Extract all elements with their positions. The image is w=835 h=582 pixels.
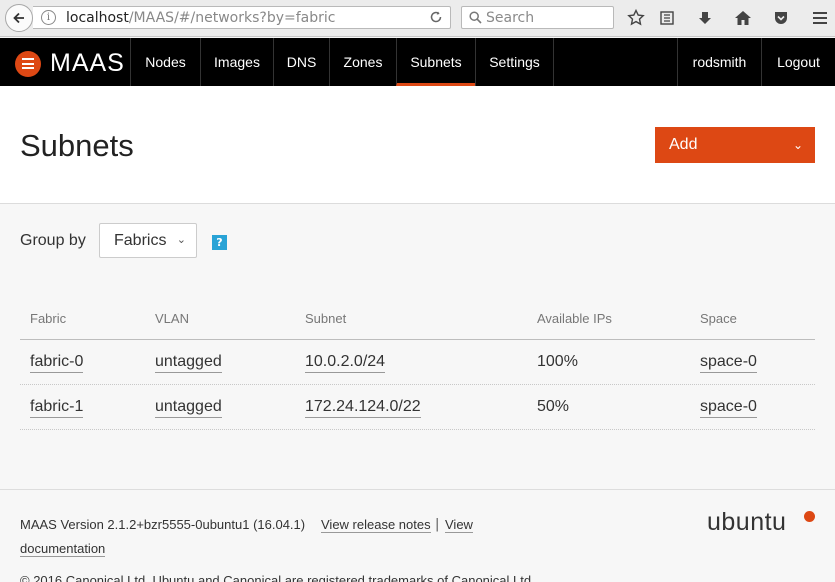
available-ips-value: 50%	[537, 398, 570, 415]
footer-separator: |	[435, 517, 440, 532]
page-title: Subnets	[20, 128, 134, 163]
bookmark-star-icon[interactable]	[626, 8, 646, 28]
space-link[interactable]: space-0	[700, 398, 757, 418]
browser-search-bar[interactable]: Search	[461, 6, 614, 29]
row-divider	[20, 384, 815, 385]
main-navbar: MAAS Nodes Images DNS Zones Subnets Sett…	[0, 38, 835, 86]
nav-dns[interactable]: DNS	[273, 38, 329, 86]
copyright-text: © 2016 Canonical Ltd. Ubuntu and Canonic…	[20, 573, 535, 582]
search-placeholder: Search	[486, 10, 535, 26]
download-icon[interactable]	[695, 8, 715, 28]
available-ips-value: 100%	[537, 353, 578, 370]
subnet-link[interactable]: 10.0.2.0/24	[305, 353, 386, 373]
add-button-label: Add	[669, 136, 698, 153]
column-header-available-ips[interactable]: Available IPs	[537, 311, 612, 326]
footer-divider	[0, 489, 835, 490]
ubuntu-circle-icon	[804, 511, 815, 522]
add-button[interactable]: Add ⌄	[655, 127, 815, 163]
home-icon[interactable]	[733, 8, 753, 28]
maas-logo-icon	[15, 50, 41, 77]
nav-subnets[interactable]: Subnets	[396, 38, 475, 86]
menu-icon[interactable]	[810, 8, 830, 28]
column-header-fabric[interactable]: Fabric	[30, 311, 66, 326]
help-icon[interactable]: ?	[212, 235, 227, 250]
view-documentation-link[interactable]: View	[445, 517, 473, 533]
nav-logout[interactable]: Logout	[761, 38, 835, 86]
ubuntu-logo[interactable]: ubuntu	[707, 508, 786, 537]
info-icon[interactable]: i	[41, 10, 56, 25]
group-by-label: Group by	[20, 232, 86, 249]
vlan-link[interactable]: untagged	[155, 398, 222, 418]
maas-logo-text: MAAS	[50, 49, 125, 77]
nav-nodes[interactable]: Nodes	[130, 38, 200, 86]
search-icon	[469, 11, 482, 24]
chevron-down-icon: ⌄	[792, 138, 803, 152]
vlan-link[interactable]: untagged	[155, 353, 222, 373]
fabric-link[interactable]: fabric-0	[30, 353, 84, 373]
url-text: localhost/MAAS/#/networks?by=fabric	[66, 10, 335, 26]
column-header-subnet[interactable]: Subnet	[305, 311, 346, 326]
reading-list-icon[interactable]	[657, 8, 677, 28]
column-header-vlan[interactable]: VLAN	[155, 311, 189, 326]
row-divider	[20, 429, 815, 430]
chevron-down-icon: ⌄	[176, 234, 186, 246]
fabric-link[interactable]: fabric-1	[30, 398, 84, 418]
nav-user[interactable]: rodsmith	[677, 38, 761, 86]
group-by-value: Fabrics	[114, 232, 167, 249]
pocket-icon[interactable]	[771, 8, 791, 28]
page-header: Subnets Add ⌄	[0, 86, 835, 204]
space-link[interactable]: space-0	[700, 353, 757, 373]
subnet-link[interactable]: 172.24.124.0/22	[305, 398, 421, 418]
group-by-select[interactable]: Fabrics ⌄	[99, 223, 197, 258]
url-path: /MAAS/#/networks?by=fabric	[128, 10, 336, 26]
url-host: localhost	[66, 10, 129, 26]
back-arrow-icon	[13, 12, 24, 24]
documentation-link[interactable]: documentation	[20, 541, 106, 557]
release-notes-link[interactable]: View release notes	[321, 517, 431, 533]
reload-icon[interactable]	[429, 10, 443, 24]
back-button[interactable]	[5, 4, 33, 32]
column-header-space[interactable]: Space	[700, 311, 737, 326]
nav-settings[interactable]: Settings	[475, 38, 554, 86]
browser-toolbar: i localhost/MAAS/#/networks?by=fabric Se…	[0, 0, 835, 37]
nav-zones[interactable]: Zones	[329, 38, 396, 86]
version-text: MAAS Version 2.1.2+bzr5555-0ubuntu1 (16.…	[20, 517, 306, 532]
url-bar[interactable]: i localhost/MAAS/#/networks?by=fabric	[33, 6, 451, 29]
maas-logo[interactable]: MAAS	[15, 49, 125, 78]
nav-images[interactable]: Images	[200, 38, 273, 86]
table-header-divider	[20, 339, 815, 340]
